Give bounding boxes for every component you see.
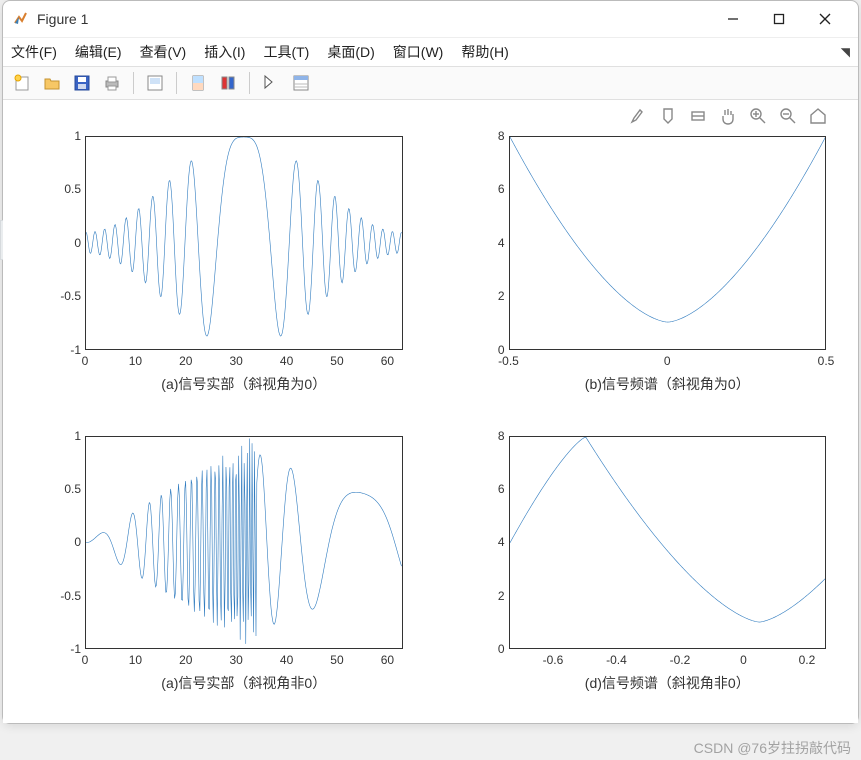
- x-axis-label: (a)信号实部（斜视角为0）: [85, 374, 403, 394]
- plot-line: [86, 437, 402, 649]
- x-tick-label: 40: [280, 653, 293, 667]
- x-tick-label: 0: [82, 354, 89, 368]
- watermark-text: CSDN @76岁拄拐敲代码: [694, 738, 851, 758]
- pan-icon[interactable]: [718, 106, 738, 131]
- menu-bar: 文件(F) 编辑(E) 查看(V) 插入(I) 工具(T) 桌面(D) 窗口(W…: [3, 37, 858, 66]
- link-plot-button[interactable]: [185, 70, 211, 96]
- subplot-1: -1-0.500.510102030405060(a)信号实部（斜视角为0）: [27, 136, 411, 406]
- edit-plot-button[interactable]: [258, 70, 284, 96]
- x-tick-label: 0: [664, 354, 671, 368]
- x-tick-label: 60: [381, 354, 394, 368]
- x-tick-label: -0.2: [670, 653, 691, 667]
- y-tick-label: -0.5: [33, 289, 81, 303]
- x-tick-label: 20: [179, 354, 192, 368]
- property-inspector-button[interactable]: [288, 70, 314, 96]
- open-button[interactable]: [39, 70, 65, 96]
- zoom-out-icon[interactable]: [778, 106, 798, 131]
- colorbar-button[interactable]: [215, 70, 241, 96]
- close-button[interactable]: [802, 4, 848, 34]
- x-axis-label: (a)信号实部（斜视角非0）: [85, 673, 403, 693]
- x-tick-label: 10: [129, 354, 142, 368]
- y-tick-label: -1: [33, 343, 81, 357]
- zoom-in-icon[interactable]: [748, 106, 768, 131]
- y-tick-label: 1: [33, 429, 81, 443]
- y-tick-label: 6: [457, 182, 505, 196]
- subplot-grid: -1-0.500.510102030405060(a)信号实部（斜视角为0） 0…: [17, 110, 844, 717]
- matlab-logo-icon: [13, 11, 29, 27]
- y-tick-label: 0.5: [33, 482, 81, 496]
- y-tick-label: 6: [457, 482, 505, 496]
- x-tick-label: 40: [280, 354, 293, 368]
- y-tick-label: 2: [457, 289, 505, 303]
- dock-arrow-icon[interactable]: ◥: [841, 45, 850, 59]
- brush-icon[interactable]: [628, 106, 648, 131]
- menu-tools[interactable]: 工具(T): [263, 42, 309, 62]
- restore-view-icon[interactable]: [808, 106, 828, 131]
- y-tick-label: 8: [457, 429, 505, 443]
- x-tick-label: 30: [230, 354, 243, 368]
- x-tick-label: 20: [179, 653, 192, 667]
- x-axis-label: (d)信号频谱（斜视角非0）: [509, 673, 827, 693]
- y-tick-label: -1: [33, 642, 81, 656]
- figure-canvas: -1-0.500.510102030405060(a)信号实部（斜视角为0） 0…: [3, 100, 858, 723]
- title-bar: Figure 1: [3, 1, 858, 37]
- datatip-icon[interactable]: [658, 106, 678, 131]
- y-tick-label: 4: [457, 236, 505, 250]
- maximize-button[interactable]: [756, 4, 802, 34]
- menu-view[interactable]: 查看(V): [140, 42, 187, 62]
- y-tick-label: 2: [457, 589, 505, 603]
- toolbar-separator: [133, 72, 134, 94]
- axes-box[interactable]: [85, 136, 403, 350]
- plot-line: [86, 137, 402, 349]
- x-tick-label: 0.5: [818, 354, 835, 368]
- x-tick-label: 50: [330, 354, 343, 368]
- window-title: Figure 1: [37, 11, 710, 27]
- subplot-2: 02468-0.500.5(b)信号频谱（斜视角为0）: [451, 136, 835, 406]
- toolbar: [3, 66, 858, 100]
- axes-box[interactable]: [509, 436, 827, 650]
- axes-toolbar: [628, 106, 828, 131]
- x-tick-label: 0: [740, 653, 747, 667]
- print-preview-button[interactable]: [142, 70, 168, 96]
- print-button[interactable]: [99, 70, 125, 96]
- menu-insert[interactable]: 插入(I): [204, 42, 245, 62]
- new-figure-button[interactable]: [9, 70, 35, 96]
- x-tick-label: -0.6: [543, 653, 564, 667]
- plot-line: [510, 137, 826, 349]
- y-tick-label: -0.5: [33, 589, 81, 603]
- axes-box[interactable]: [85, 436, 403, 650]
- x-tick-label: 10: [129, 653, 142, 667]
- menu-file[interactable]: 文件(F): [11, 42, 57, 62]
- subplot-4: 02468-0.6-0.4-0.200.2(d)信号频谱（斜视角非0）: [451, 436, 835, 706]
- minimize-button[interactable]: [710, 4, 756, 34]
- toolbar-separator: [249, 72, 250, 94]
- x-tick-label: 60: [381, 653, 394, 667]
- toolbar-separator: [176, 72, 177, 94]
- y-tick-label: 4: [457, 535, 505, 549]
- x-tick-label: -0.5: [498, 354, 519, 368]
- figure-window: Figure 1 文件(F) 编辑(E) 查看(V) 插入(I) 工具(T) 桌…: [2, 0, 859, 724]
- x-tick-label: -0.4: [606, 653, 627, 667]
- y-tick-label: 0: [33, 236, 81, 250]
- y-tick-label: 0: [457, 642, 505, 656]
- rotate-icon[interactable]: [688, 106, 708, 131]
- x-tick-label: 0: [82, 653, 89, 667]
- y-tick-label: 1: [33, 129, 81, 143]
- x-tick-label: 0.2: [799, 653, 816, 667]
- x-tick-label: 50: [330, 653, 343, 667]
- subplot-3: -1-0.500.510102030405060(a)信号实部（斜视角非0）: [27, 436, 411, 706]
- menu-desktop[interactable]: 桌面(D): [327, 42, 374, 62]
- menu-edit[interactable]: 编辑(E): [75, 42, 122, 62]
- y-tick-label: 0: [33, 535, 81, 549]
- x-axis-label: (b)信号频谱（斜视角为0）: [509, 374, 827, 394]
- plot-line: [510, 437, 826, 649]
- axes-box[interactable]: [509, 136, 827, 350]
- y-tick-label: 0.5: [33, 182, 81, 196]
- save-button[interactable]: [69, 70, 95, 96]
- x-tick-label: 30: [230, 653, 243, 667]
- menu-window[interactable]: 窗口(W): [393, 42, 444, 62]
- y-tick-label: 8: [457, 129, 505, 143]
- menu-help[interactable]: 帮助(H): [461, 42, 508, 62]
